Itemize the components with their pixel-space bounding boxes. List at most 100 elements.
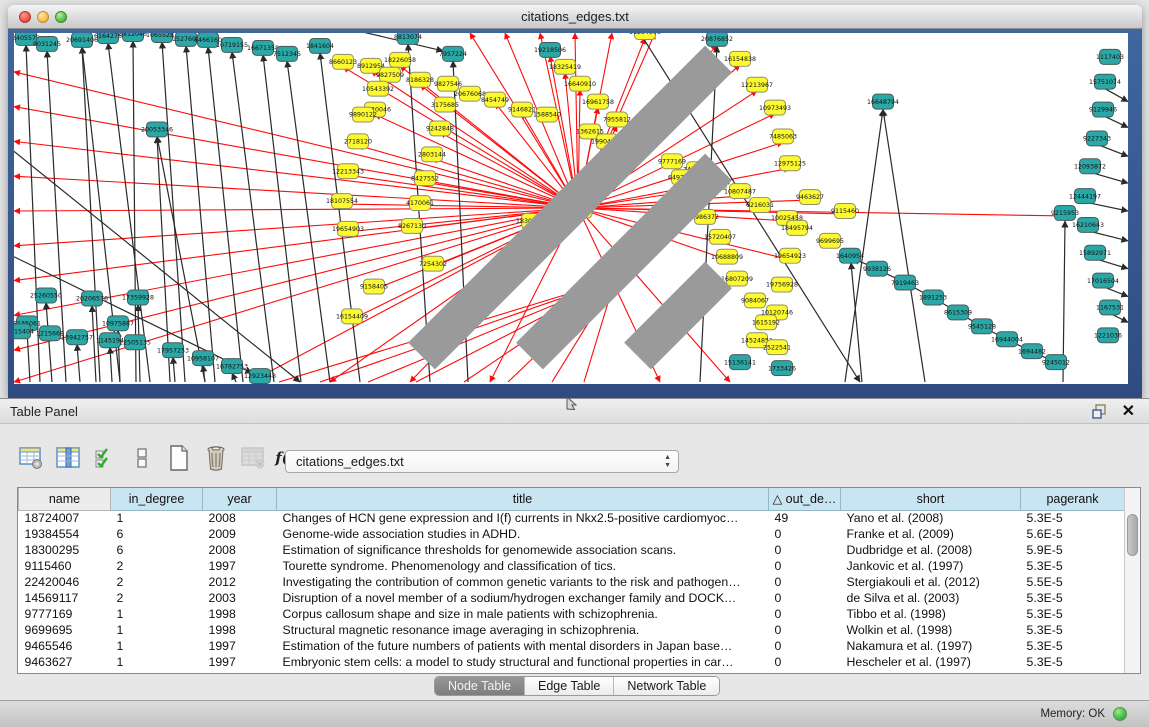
window-titlebar[interactable]: citations_edges.txt xyxy=(8,5,1142,29)
delete-table-icon[interactable] xyxy=(240,445,266,471)
table-cell[interactable]: Hescheler et al. (1997) xyxy=(841,654,1021,670)
float-panel-icon[interactable] xyxy=(1092,404,1107,419)
table-cell[interactable]: 5.3E-5 xyxy=(1021,606,1125,622)
table-cell[interactable]: 1 xyxy=(111,510,203,526)
table-cell[interactable]: 6 xyxy=(111,542,203,558)
table-cell[interactable]: 2003 xyxy=(203,590,277,606)
table-cell[interactable]: 1997 xyxy=(203,638,277,654)
table-header-row[interactable]: namein_degreeyeartitle△ out_de…shortpage… xyxy=(19,488,1125,510)
table-cell[interactable]: 9463627 xyxy=(19,654,111,670)
table-cell[interactable]: Investigating the contribution of common… xyxy=(277,574,769,590)
table-cell[interactable]: Wolkin et al. (1998) xyxy=(841,622,1021,638)
column-header-title[interactable]: title xyxy=(277,488,769,510)
table-settings-icon[interactable] xyxy=(18,445,44,471)
table-cell[interactable]: 2 xyxy=(111,574,203,590)
resize-grip-icon[interactable] xyxy=(13,32,1127,383)
table-cell[interactable]: 0 xyxy=(769,638,841,654)
table-cell[interactable]: 0 xyxy=(769,542,841,558)
new-column-icon[interactable] xyxy=(166,445,192,471)
table-cell[interactable]: 2009 xyxy=(203,526,277,542)
table-cell[interactable]: Estimation of the future numbers of pati… xyxy=(277,638,769,654)
table-row[interactable]: 911546021997Tourette syndrome. Phenomeno… xyxy=(19,558,1125,574)
table-cell[interactable]: 5.3E-5 xyxy=(1021,510,1125,526)
table-cell[interactable]: 1 xyxy=(111,622,203,638)
select-columns-icon[interactable] xyxy=(92,445,118,471)
table-cell[interactable]: Estimation of significance thresholds fo… xyxy=(277,542,769,558)
table-cell[interactable]: 5.3E-5 xyxy=(1021,638,1125,654)
table-cell[interactable]: 9465546 xyxy=(19,638,111,654)
table-cell[interactable]: 9777169 xyxy=(19,606,111,622)
table-cell[interactable]: Changes of HCN gene expression and I(f) … xyxy=(277,510,769,526)
table-cell[interactable]: Corpus callosum shape and size in male p… xyxy=(277,606,769,622)
table-cell[interactable]: 5.5E-5 xyxy=(1021,574,1125,590)
table-cell[interactable]: Disruption of a novel member of a sodium… xyxy=(277,590,769,606)
table-cell[interactable]: Jankovic et al. (1997) xyxy=(841,558,1021,574)
table-cell[interactable]: 2012 xyxy=(203,574,277,590)
table-scrollbar-thumb[interactable] xyxy=(1127,514,1138,556)
table-cell[interactable]: Dudbridge et al. (2008) xyxy=(841,542,1021,558)
table-cell[interactable]: 5.3E-5 xyxy=(1021,654,1125,670)
table-cell[interactable]: 2 xyxy=(111,558,203,574)
table-cell[interactable]: 1 xyxy=(111,606,203,622)
table-cell[interactable]: 1997 xyxy=(203,654,277,670)
table-cell[interactable]: 2008 xyxy=(203,510,277,526)
table-cell[interactable]: 1 xyxy=(111,638,203,654)
table-cell[interactable]: 14569117 xyxy=(19,590,111,606)
table-cell[interactable]: 5.3E-5 xyxy=(1021,558,1125,574)
table-row[interactable]: 977716911998Corpus callosum shape and si… xyxy=(19,606,1125,622)
table-row[interactable]: 1830029562008Estimation of significance … xyxy=(19,542,1125,558)
table-cell[interactable]: 0 xyxy=(769,590,841,606)
column-header-short[interactable]: short xyxy=(841,488,1021,510)
table-cell[interactable]: 9115460 xyxy=(19,558,111,574)
column-header-name[interactable]: name xyxy=(19,488,111,510)
table-cell[interactable]: 5.9E-5 xyxy=(1021,542,1125,558)
network-canvas[interactable]: 2405572903124520691406616427688120461065… xyxy=(14,33,1128,384)
table-cell[interactable]: 1 xyxy=(111,654,203,670)
table-cell[interactable]: Tourette syndrome. Phenomenology and cla… xyxy=(277,558,769,574)
table-cell[interactable]: 0 xyxy=(769,558,841,574)
table-cell[interactable]: 0 xyxy=(769,574,841,590)
table-row[interactable]: 1456911722003Disruption of a novel membe… xyxy=(19,590,1125,606)
table-cell[interactable]: 1998 xyxy=(203,606,277,622)
tab-node-table[interactable]: Node Table xyxy=(435,677,525,695)
column-header-pagerank[interactable]: pagerank xyxy=(1021,488,1125,510)
table-cell[interactable]: 0 xyxy=(769,622,841,638)
table-row[interactable]: 1872400712008Changes of HCN gene express… xyxy=(19,510,1125,526)
table-cell[interactable]: 5.3E-5 xyxy=(1021,622,1125,638)
table-cell[interactable]: 22420046 xyxy=(19,574,111,590)
table-selector-dropdown[interactable]: citations_edges.txt ▲▼ xyxy=(285,450,679,473)
table-row[interactable]: 2242004622012Investigating the contribut… xyxy=(19,574,1125,590)
table-cell[interactable]: Embryonic stem cells: a model to study s… xyxy=(277,654,769,670)
table-row[interactable]: 946554611997Estimation of the future num… xyxy=(19,638,1125,654)
stacked-cells-icon[interactable] xyxy=(129,445,155,471)
table-cell[interactable]: 6 xyxy=(111,526,203,542)
table-cell[interactable]: 5.3E-5 xyxy=(1021,590,1125,606)
table-scrollbar[interactable] xyxy=(1124,488,1140,673)
table-row[interactable]: 1938455462009Genome-wide association stu… xyxy=(19,526,1125,542)
table-cell[interactable]: 2 xyxy=(111,590,203,606)
table-row[interactable]: 946362711997Embryonic stem cells: a mode… xyxy=(19,654,1125,670)
table-cell[interactable]: 1998 xyxy=(203,622,277,638)
table-cell[interactable]: Structural magnetic resonance image aver… xyxy=(277,622,769,638)
delete-column-icon[interactable] xyxy=(203,445,229,471)
table-cell[interactable]: 0 xyxy=(769,526,841,542)
table-cell[interactable]: Franke et al. (2009) xyxy=(841,526,1021,542)
table-cell[interactable]: 0 xyxy=(769,606,841,622)
table-cell[interactable]: Genome-wide association studies in ADHD. xyxy=(277,526,769,542)
table-cell[interactable]: 5.6E-5 xyxy=(1021,526,1125,542)
table-cell[interactable]: Tibbo et al. (1998) xyxy=(841,606,1021,622)
table-cell[interactable]: 0 xyxy=(769,654,841,670)
table-cell[interactable]: de Silva et al. (2003) xyxy=(841,590,1021,606)
table-cell[interactable]: 18300295 xyxy=(19,542,111,558)
table-cell[interactable]: 9699695 xyxy=(19,622,111,638)
table-cell[interactable]: 2008 xyxy=(203,542,277,558)
column-header-in_degree[interactable]: in_degree xyxy=(111,488,203,510)
table-cell[interactable]: 18724007 xyxy=(19,510,111,526)
table-column-icon[interactable] xyxy=(55,445,81,471)
column-header-out_de[interactable]: △ out_de… xyxy=(769,488,841,510)
table-cell[interactable]: 49 xyxy=(769,510,841,526)
table-cell[interactable]: Nakamura et al. (1997) xyxy=(841,638,1021,654)
table-cell[interactable]: Yano et al. (2008) xyxy=(841,510,1021,526)
close-panel-icon[interactable]: ✕ xyxy=(1122,401,1135,421)
table-row[interactable]: 969969511998Structural magnetic resonanc… xyxy=(19,622,1125,638)
